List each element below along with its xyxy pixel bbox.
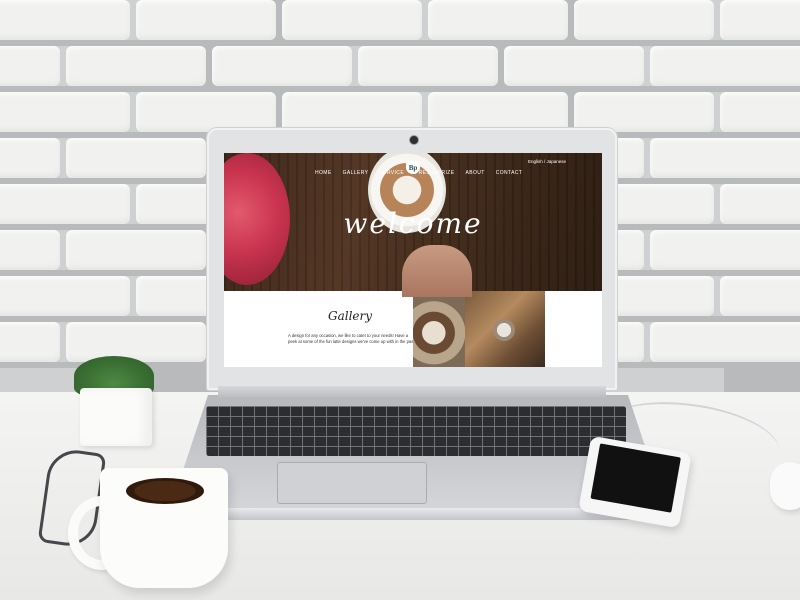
nav-item-contact[interactable]: CONTACT xyxy=(496,170,523,176)
phone-screen xyxy=(590,443,681,513)
nav-item-gallery[interactable]: GALLERY xyxy=(343,170,369,176)
keyboard[interactable] xyxy=(206,406,626,456)
touchpad[interactable] xyxy=(277,462,427,504)
cafe-logo-icon[interactable]: Bp xyxy=(406,161,420,174)
gallery-description: A design for any occasion, we like to ca… xyxy=(288,333,416,344)
hero-section: HOME GALLERY SERVICE PRESS&PRIZE ABOUT C… xyxy=(224,153,602,297)
nav-item-service[interactable]: SERVICE xyxy=(379,170,404,176)
gallery-section: Gallery A design for any occasion, we li… xyxy=(224,291,602,367)
nav-item-about[interactable]: ABOUT xyxy=(465,170,484,176)
webcam-icon xyxy=(409,135,419,145)
computer-mouse xyxy=(770,462,800,510)
gallery-photo-dessert[interactable] xyxy=(413,291,465,367)
gallery-title: Gallery xyxy=(328,309,373,323)
laptop-screen: HOME GALLERY SERVICE PRESS&PRIZE ABOUT C… xyxy=(224,153,602,367)
language-switcher[interactable]: English / Japanese xyxy=(528,159,566,164)
nav-item-home[interactable]: HOME xyxy=(315,170,332,176)
hand-image xyxy=(402,245,472,297)
laptop-hinge xyxy=(218,386,606,398)
gallery-photo-table[interactable] xyxy=(465,291,545,367)
nav-item-press-prize[interactable]: PRESS&PRIZE xyxy=(415,170,454,176)
coffee xyxy=(126,478,204,504)
plant-pot xyxy=(80,388,152,446)
welcome-heading: welcome xyxy=(343,207,483,240)
